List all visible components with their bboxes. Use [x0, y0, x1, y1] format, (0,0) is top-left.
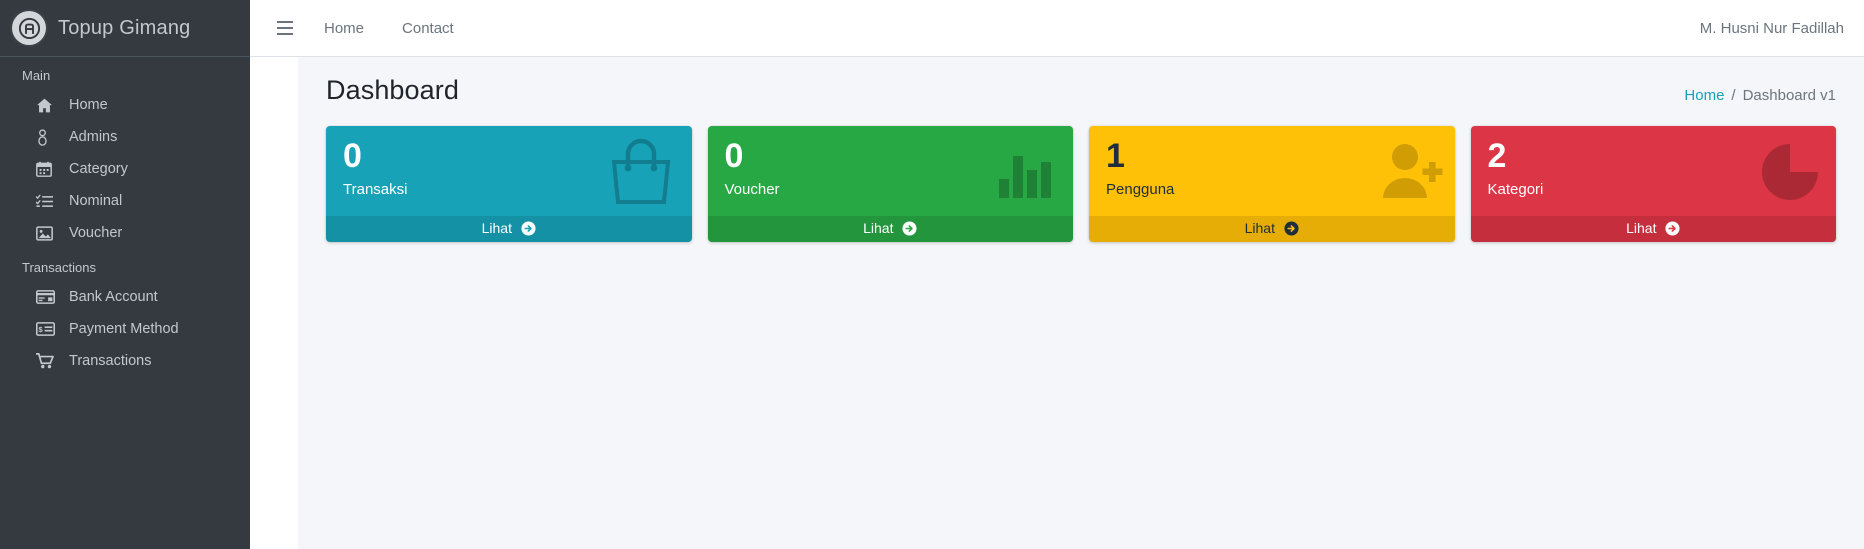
- stat-card-number: 1: [1106, 137, 1125, 175]
- calendar-icon: [36, 160, 58, 178]
- breadcrumb-separator: /: [1731, 87, 1736, 104]
- stat-card-voucher[interactable]: 0 Voucher Lihat: [707, 126, 1074, 242]
- shopping-cart-icon: [36, 352, 58, 370]
- app-root: Topup Gimang Main Home Admins Category N…: [0, 0, 1864, 549]
- stat-card-footer-link[interactable]: Lihat: [326, 216, 692, 242]
- stat-card-pengguna[interactable]: 1 Pengguna Lihat: [1089, 126, 1455, 242]
- stat-card-footer-link[interactable]: Lihat: [1470, 216, 1836, 242]
- sidebar-item-bank-account[interactable]: Bank Account: [0, 281, 250, 313]
- money-check-icon: $: [36, 320, 58, 338]
- stat-card-footer-link[interactable]: Lihat: [1089, 216, 1455, 242]
- sidebar-item-label: Admins: [69, 129, 118, 145]
- content-wrapper: Dashboard Home / Dashboard v1 0 Transaks…: [298, 57, 1864, 549]
- arrow-circle-right-icon: [1665, 221, 1680, 236]
- sidebar-item-label: Nominal: [69, 193, 123, 209]
- breadcrumb-current: Dashboard v1: [1742, 87, 1836, 104]
- content-header: Dashboard Home / Dashboard v1: [298, 57, 1864, 116]
- top-navbar: Home Contact M. Husni Nur Fadillah: [250, 0, 1864, 57]
- home-icon: [36, 96, 58, 114]
- navbar-user-name[interactable]: M. Husni Nur Fadillah: [1700, 20, 1844, 37]
- svg-text:$: $: [38, 325, 43, 334]
- sidebar-item-transactions[interactable]: Transactions: [0, 345, 250, 377]
- stat-card-label: Kategori: [1487, 180, 1544, 198]
- hamburger-menu-icon[interactable]: [272, 15, 298, 41]
- stat-card-footer-link[interactable]: Lihat: [707, 216, 1073, 242]
- arrow-circle-right-icon: [902, 221, 917, 236]
- arrow-circle-right-icon: [521, 221, 536, 236]
- stat-card-transaksi[interactable]: 0 Transaksi Lihat: [326, 126, 692, 242]
- sidebar-section-header-transactions: Transactions: [22, 260, 96, 275]
- stat-card-footer-label: Lihat: [1244, 220, 1275, 236]
- sidebar-item-label: Transactions: [69, 353, 152, 369]
- sidebar-item-label: Bank Account: [69, 289, 158, 305]
- image-icon: [36, 224, 58, 242]
- user-icon: [36, 128, 58, 146]
- stat-card-label: Pengguna: [1106, 180, 1175, 198]
- brand-title: Topup Gimang: [58, 16, 191, 39]
- sidebar-item-label: Category: [69, 161, 128, 177]
- stat-card-number: 0: [724, 137, 744, 175]
- navbar-link-contact[interactable]: Contact: [402, 20, 454, 37]
- credit-card-icon: [36, 288, 58, 306]
- app-circle-logo-icon: [12, 11, 46, 45]
- stat-card-label: Voucher: [724, 180, 780, 198]
- sidebar: Topup Gimang Main Home Admins Category N…: [0, 0, 250, 549]
- main-area: Home Contact M. Husni Nur Fadillah Dashb…: [250, 0, 1864, 549]
- stat-card-body: 1 Pengguna: [1089, 126, 1455, 216]
- stat-cards-row: 0 Transaksi Lihat 0 Voucher Lihat 1 Peng…: [298, 116, 1864, 242]
- stat-card-body: 0 Transaksi: [326, 126, 692, 216]
- sidebar-item-payment-method[interactable]: $ Payment Method: [0, 313, 250, 345]
- stat-card-footer-label: Lihat: [863, 220, 894, 236]
- stat-card-kategori[interactable]: 2 Kategori Lihat: [1470, 126, 1837, 242]
- breadcrumb: Home / Dashboard v1: [1684, 77, 1836, 104]
- stat-card-footer-label: Lihat: [481, 220, 512, 236]
- navbar-link-home[interactable]: Home: [324, 20, 364, 37]
- sidebar-item-label: Home: [69, 97, 108, 113]
- sidebar-brand[interactable]: Topup Gimang: [0, 0, 250, 57]
- stat-card-number: 0: [343, 137, 362, 175]
- sidebar-section-header-main: Main: [22, 68, 51, 83]
- stat-card-footer-label: Lihat: [1626, 220, 1657, 236]
- sidebar-item-home[interactable]: Home: [0, 89, 250, 121]
- arrow-circle-right-icon: [1284, 221, 1299, 236]
- stat-card-number: 2: [1487, 137, 1507, 175]
- breadcrumb-home-link[interactable]: Home: [1684, 87, 1724, 104]
- stat-card-body: 2 Kategori: [1471, 126, 1837, 216]
- stat-card-body: 0 Voucher: [708, 126, 1074, 216]
- sidebar-item-category[interactable]: Category: [0, 153, 250, 185]
- sidebar-item-label: Voucher: [69, 225, 123, 241]
- page-title: Dashboard: [326, 75, 459, 105]
- sidebar-item-voucher[interactable]: Voucher: [0, 217, 250, 249]
- sidebar-item-admins[interactable]: Admins: [0, 121, 250, 153]
- list-check-icon: [36, 192, 58, 210]
- sidebar-item-label: Payment Method: [69, 321, 179, 337]
- stat-card-label: Transaksi: [343, 180, 408, 198]
- sidebar-item-nominal[interactable]: Nominal: [0, 185, 250, 217]
